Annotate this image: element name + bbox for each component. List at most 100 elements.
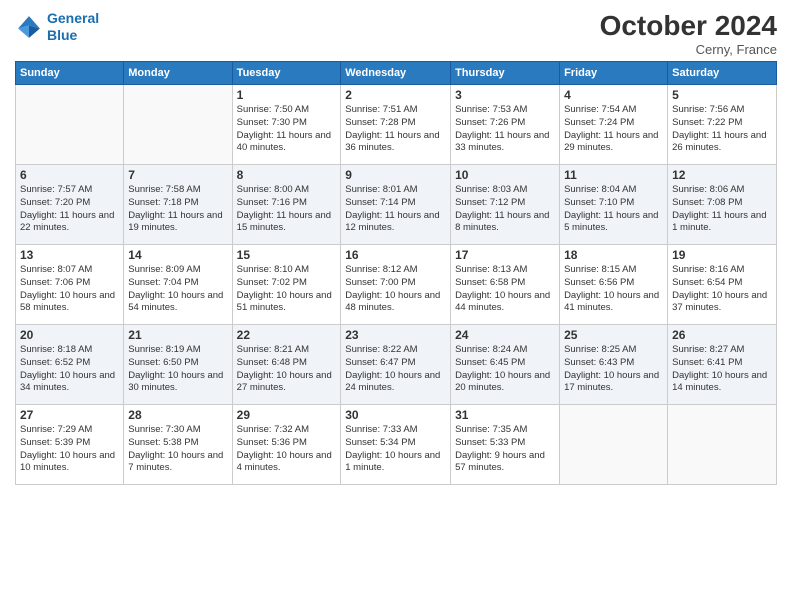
location: Cerny, France [600, 42, 777, 57]
page-container: General Blue October 2024 Cerny, France … [0, 0, 792, 495]
table-row: 14 Sunrise: 8:09 AMSunset: 7:04 PMDaylig… [124, 245, 232, 325]
day-info: Sunrise: 8:06 AMSunset: 7:08 PMDaylight:… [672, 184, 772, 235]
day-info: Sunrise: 7:51 AMSunset: 7:28 PMDaylight:… [345, 104, 446, 155]
table-row: 10 Sunrise: 8:03 AMSunset: 7:12 PMDaylig… [451, 165, 560, 245]
header-thursday: Thursday [451, 62, 560, 85]
day-number: 22 [237, 328, 337, 342]
day-number: 1 [237, 88, 337, 102]
table-row: 31 Sunrise: 7:35 AMSunset: 5:33 PMDaylig… [451, 405, 560, 485]
day-number: 5 [672, 88, 772, 102]
day-number: 17 [455, 248, 555, 262]
day-number: 13 [20, 248, 119, 262]
day-number: 3 [455, 88, 555, 102]
day-number: 9 [345, 168, 446, 182]
day-number: 24 [455, 328, 555, 342]
day-number: 21 [128, 328, 227, 342]
table-row: 20 Sunrise: 8:18 AMSunset: 6:52 PMDaylig… [16, 325, 124, 405]
day-info: Sunrise: 8:21 AMSunset: 6:48 PMDaylight:… [237, 344, 337, 395]
header-friday: Friday [560, 62, 668, 85]
day-info: Sunrise: 7:53 AMSunset: 7:26 PMDaylight:… [455, 104, 555, 155]
table-row: 28 Sunrise: 7:30 AMSunset: 5:38 PMDaylig… [124, 405, 232, 485]
day-info: Sunrise: 8:27 AMSunset: 6:41 PMDaylight:… [672, 344, 772, 395]
day-number: 14 [128, 248, 227, 262]
table-row: 18 Sunrise: 8:15 AMSunset: 6:56 PMDaylig… [560, 245, 668, 325]
day-info: Sunrise: 8:22 AMSunset: 6:47 PMDaylight:… [345, 344, 446, 395]
day-info: Sunrise: 7:33 AMSunset: 5:34 PMDaylight:… [345, 424, 446, 475]
day-number: 2 [345, 88, 446, 102]
table-row: 22 Sunrise: 8:21 AMSunset: 6:48 PMDaylig… [232, 325, 341, 405]
day-info: Sunrise: 8:18 AMSunset: 6:52 PMDaylight:… [20, 344, 119, 395]
day-info: Sunrise: 7:56 AMSunset: 7:22 PMDaylight:… [672, 104, 772, 155]
day-info: Sunrise: 8:10 AMSunset: 7:02 PMDaylight:… [237, 264, 337, 315]
table-row: 13 Sunrise: 8:07 AMSunset: 7:06 PMDaylig… [16, 245, 124, 325]
day-info: Sunrise: 8:16 AMSunset: 6:54 PMDaylight:… [672, 264, 772, 315]
day-info: Sunrise: 7:50 AMSunset: 7:30 PMDaylight:… [237, 104, 337, 155]
day-info: Sunrise: 8:03 AMSunset: 7:12 PMDaylight:… [455, 184, 555, 235]
day-info: Sunrise: 7:57 AMSunset: 7:20 PMDaylight:… [20, 184, 119, 235]
day-number: 8 [237, 168, 337, 182]
header-saturday: Saturday [668, 62, 777, 85]
day-info: Sunrise: 7:54 AMSunset: 7:24 PMDaylight:… [564, 104, 663, 155]
day-number: 20 [20, 328, 119, 342]
day-info: Sunrise: 8:13 AMSunset: 6:58 PMDaylight:… [455, 264, 555, 315]
table-row: 1 Sunrise: 7:50 AMSunset: 7:30 PMDayligh… [232, 85, 341, 165]
logo-icon [15, 13, 43, 41]
day-number: 4 [564, 88, 663, 102]
day-info: Sunrise: 8:04 AMSunset: 7:10 PMDaylight:… [564, 184, 663, 235]
day-info: Sunrise: 8:12 AMSunset: 7:00 PMDaylight:… [345, 264, 446, 315]
day-number: 18 [564, 248, 663, 262]
header-tuesday: Tuesday [232, 62, 341, 85]
day-number: 11 [564, 168, 663, 182]
table-row: 2 Sunrise: 7:51 AMSunset: 7:28 PMDayligh… [341, 85, 451, 165]
table-row: 8 Sunrise: 8:00 AMSunset: 7:16 PMDayligh… [232, 165, 341, 245]
day-info: Sunrise: 8:09 AMSunset: 7:04 PMDaylight:… [128, 264, 227, 315]
day-number: 28 [128, 408, 227, 422]
table-row: 27 Sunrise: 7:29 AMSunset: 5:39 PMDaylig… [16, 405, 124, 485]
day-info: Sunrise: 7:35 AMSunset: 5:33 PMDaylight:… [455, 424, 555, 475]
day-number: 7 [128, 168, 227, 182]
header-monday: Monday [124, 62, 232, 85]
calendar-week-row: 20 Sunrise: 8:18 AMSunset: 6:52 PMDaylig… [16, 325, 777, 405]
day-number: 10 [455, 168, 555, 182]
header: General Blue October 2024 Cerny, France [15, 10, 777, 57]
day-number: 26 [672, 328, 772, 342]
title-block: October 2024 Cerny, France [600, 10, 777, 57]
day-info: Sunrise: 8:15 AMSunset: 6:56 PMDaylight:… [564, 264, 663, 315]
weekday-header-row: Sunday Monday Tuesday Wednesday Thursday… [16, 62, 777, 85]
table-row: 26 Sunrise: 8:27 AMSunset: 6:41 PMDaylig… [668, 325, 777, 405]
day-number: 15 [237, 248, 337, 262]
day-info: Sunrise: 8:24 AMSunset: 6:45 PMDaylight:… [455, 344, 555, 395]
table-row [668, 405, 777, 485]
table-row: 25 Sunrise: 8:25 AMSunset: 6:43 PMDaylig… [560, 325, 668, 405]
month-title: October 2024 [600, 10, 777, 42]
day-info: Sunrise: 7:30 AMSunset: 5:38 PMDaylight:… [128, 424, 227, 475]
table-row: 24 Sunrise: 8:24 AMSunset: 6:45 PMDaylig… [451, 325, 560, 405]
day-info: Sunrise: 8:07 AMSunset: 7:06 PMDaylight:… [20, 264, 119, 315]
logo-text: General Blue [47, 10, 99, 44]
day-info: Sunrise: 7:29 AMSunset: 5:39 PMDaylight:… [20, 424, 119, 475]
calendar-table: Sunday Monday Tuesday Wednesday Thursday… [15, 61, 777, 485]
table-row: 7 Sunrise: 7:58 AMSunset: 7:18 PMDayligh… [124, 165, 232, 245]
table-row: 4 Sunrise: 7:54 AMSunset: 7:24 PMDayligh… [560, 85, 668, 165]
table-row: 12 Sunrise: 8:06 AMSunset: 7:08 PMDaylig… [668, 165, 777, 245]
day-number: 31 [455, 408, 555, 422]
day-number: 27 [20, 408, 119, 422]
day-info: Sunrise: 7:58 AMSunset: 7:18 PMDaylight:… [128, 184, 227, 235]
table-row: 16 Sunrise: 8:12 AMSunset: 7:00 PMDaylig… [341, 245, 451, 325]
table-row: 29 Sunrise: 7:32 AMSunset: 5:36 PMDaylig… [232, 405, 341, 485]
day-info: Sunrise: 8:19 AMSunset: 6:50 PMDaylight:… [128, 344, 227, 395]
day-info: Sunrise: 7:32 AMSunset: 5:36 PMDaylight:… [237, 424, 337, 475]
table-row: 30 Sunrise: 7:33 AMSunset: 5:34 PMDaylig… [341, 405, 451, 485]
calendar-body: 1 Sunrise: 7:50 AMSunset: 7:30 PMDayligh… [16, 85, 777, 485]
table-row: 5 Sunrise: 7:56 AMSunset: 7:22 PMDayligh… [668, 85, 777, 165]
calendar-week-row: 1 Sunrise: 7:50 AMSunset: 7:30 PMDayligh… [16, 85, 777, 165]
day-info: Sunrise: 8:01 AMSunset: 7:14 PMDaylight:… [345, 184, 446, 235]
table-row: 21 Sunrise: 8:19 AMSunset: 6:50 PMDaylig… [124, 325, 232, 405]
table-row: 6 Sunrise: 7:57 AMSunset: 7:20 PMDayligh… [16, 165, 124, 245]
table-row [124, 85, 232, 165]
day-number: 29 [237, 408, 337, 422]
day-number: 16 [345, 248, 446, 262]
day-number: 23 [345, 328, 446, 342]
day-number: 12 [672, 168, 772, 182]
table-row: 11 Sunrise: 8:04 AMSunset: 7:10 PMDaylig… [560, 165, 668, 245]
